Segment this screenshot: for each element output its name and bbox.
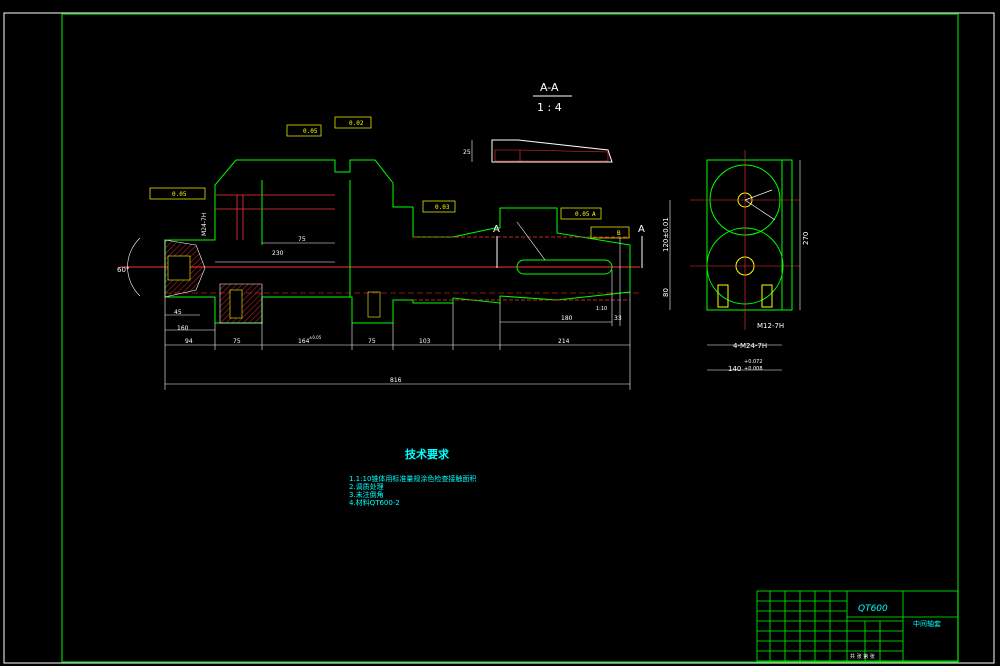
dim-270: 270 [802,232,810,245]
technical-notes: 技术要求 1.1:10锥体用标准量规涂色检查接触面积 2.调质处理 3.未注倒角… [349,447,476,507]
dim-75b: 75 [368,338,376,345]
notes-title: 技术要求 [405,447,450,461]
taper-key-view: 25 [463,139,613,163]
dim-80: 80 [662,288,670,297]
title-sheet: 共 张 第 张 [850,653,875,660]
dim-103: 103 [419,338,431,345]
dim-160: 160 [177,325,189,332]
marker-a-right: A [638,224,645,235]
dim-164: 164 [298,338,310,345]
tol-4: 0.03 [435,204,450,211]
title-material: QT600 [858,604,888,614]
section-markers: A A [493,224,645,268]
dim-140-up: +0.072 [744,359,763,365]
dim-33: 33 [614,315,622,322]
dim-230: 230 [272,250,284,257]
title-part-name: 中间轴套 [913,619,941,628]
dim-816: 816 [390,377,402,384]
note-2: 2.调质处理 [349,482,384,491]
datum-a: A [592,211,596,218]
dim-1-10: 1:10 [596,306,607,312]
cad-drawing: A-A 1 : 4 25 816 94 75 164 ±0.05 75 103 … [3,12,995,664]
dim-180: 180 [561,315,573,322]
dim-60deg: 60° [117,266,129,274]
dim-45: 45 [174,309,182,316]
dim-m12: M12-7H [757,322,784,330]
section-label: A-A 1 : 4 [533,81,572,114]
section-name: A-A [540,81,559,94]
dim-164-tol: ±0.05 [309,335,322,340]
inner-frame [61,13,959,663]
tol-5: 0.05 [575,211,590,218]
outer-frame [3,12,995,664]
dim-75a: 75 [233,338,241,345]
taper-slot [516,221,546,261]
datum-b: B [617,230,621,237]
tol-2: 0.02 [349,120,364,127]
dim-m24: M24-7H [201,213,208,236]
dim-140: 140 [728,365,741,373]
dim-214: 214 [558,338,570,345]
dim-140-dn: +0.008 [744,366,763,372]
note-4: 4.材料QT600-2 [349,498,400,507]
tol-3: 0.05 [172,191,187,198]
internal-bore [215,194,630,301]
dim-120: 120±0.01 [662,217,670,252]
marker-a-left: A [493,224,500,235]
note-1: 1.1:10锥体用标准量规涂色检查接触面积 [349,474,476,483]
dim-94: 94 [185,338,193,345]
tolerance-values: 0.05 0.02 0.05 0.03 0.05 A B [172,120,621,237]
section-scale: 1 : 4 [537,101,562,114]
dim-4m24: 4-M24-7H [733,342,767,350]
dim-75c: 75 [298,236,306,243]
side-view [669,150,801,371]
side-view-dims: 270 80 120±0.01 M12-7H 4-M24-7H 140 +0.0… [662,217,810,373]
dim-25: 25 [463,149,471,156]
tol-1: 0.05 [303,128,318,135]
note-3: 3.未注倒角 [349,490,384,499]
